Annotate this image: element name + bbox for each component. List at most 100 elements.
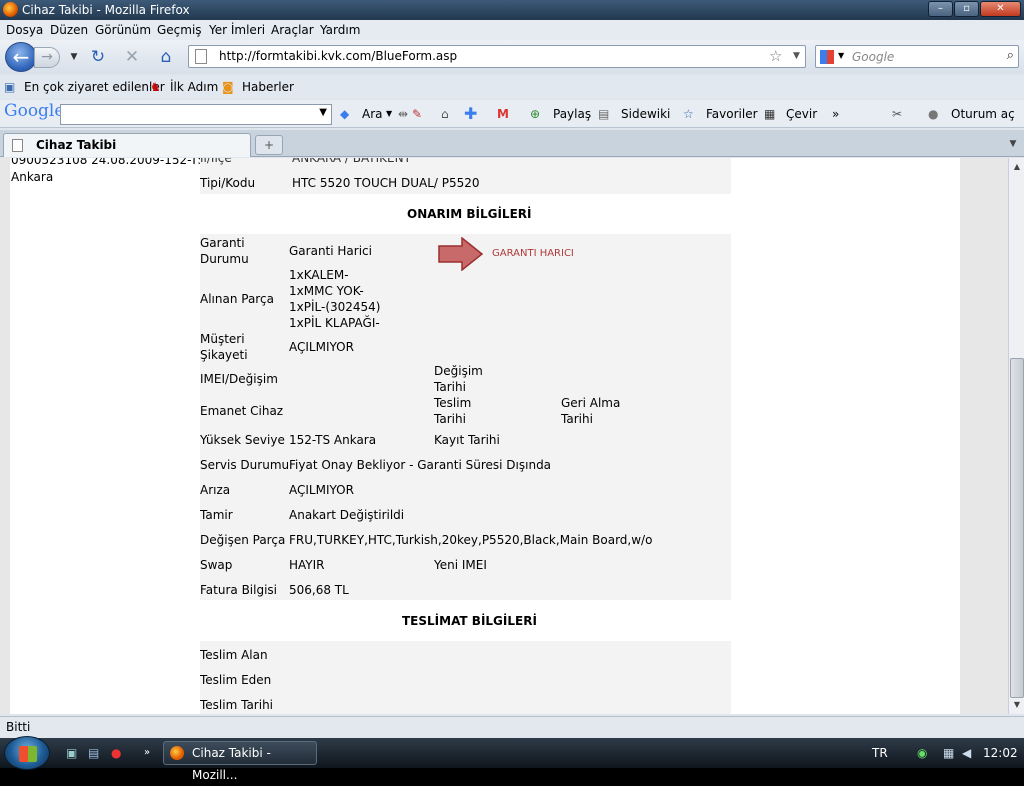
- teslim-tarihi2-label: Teslim Tarihi: [200, 698, 274, 712]
- favorites-button[interactable]: Favoriler: [706, 100, 758, 128]
- alinan-item-4: 1xPİL KLAPAĞI-: [289, 316, 380, 330]
- share-button[interactable]: Paylaş: [553, 100, 591, 128]
- onarim-title: ONARIM BİLGİLERİ: [407, 207, 532, 221]
- bookmark-most-visited[interactable]: En çok ziyaret edilenler: [24, 76, 165, 98]
- home-icon[interactable]: ⌂: [156, 47, 176, 67]
- museum-icon[interactable]: ⌂: [441, 100, 449, 128]
- engine-dropdown-icon[interactable]: ▼: [838, 51, 844, 60]
- google-engine-icon[interactable]: [820, 50, 834, 64]
- wrench-icon[interactable]: ✂: [892, 100, 902, 128]
- form-row-tipi: İl/İlçe ANKARA / BATIKENT Tipi/Kodu HTC …: [200, 158, 731, 194]
- tab-title: Cihaz Takibi: [36, 138, 117, 152]
- bookmark-star-icon[interactable]: ☆: [769, 46, 782, 67]
- tab-cihaz-takibi[interactable]: Cihaz Takibi: [3, 133, 251, 157]
- servis-label: Servis Durumu: [200, 458, 290, 472]
- search-dropdown-icon[interactable]: ▼: [386, 100, 392, 128]
- google-search-button[interactable]: Ara: [362, 100, 383, 128]
- taskbar: ▣ ▤ ● » Cihaz Takibi - Mozill... TR ◉ ▦ …: [0, 736, 1024, 782]
- tipi-value: HTC 5520 TOUCH DUAL/ P5520: [292, 176, 480, 190]
- stop-icon[interactable]: ✕: [122, 47, 142, 67]
- bookmark-tag-icon[interactable]: ✎: [412, 100, 422, 128]
- minimize-button[interactable]: –: [928, 1, 953, 17]
- more-button[interactable]: »: [832, 100, 839, 128]
- menu-yer-imleri[interactable]: Yer İmleri: [209, 20, 265, 40]
- close-button[interactable]: ✕: [980, 1, 1021, 17]
- sidewiki-button[interactable]: Sidewiki: [621, 100, 670, 128]
- search-icon[interactable]: ⌕: [1007, 48, 1014, 63]
- scroll-down-icon[interactable]: ▼: [1010, 698, 1024, 712]
- history-dropdown-icon[interactable]: ▼: [64, 47, 84, 67]
- il-ilce-value: ANKARA / BATIKENT: [292, 158, 411, 165]
- share-icon[interactable]: ⊕: [530, 100, 540, 128]
- window-switcher-icon[interactable]: ▤: [88, 738, 99, 768]
- menu-duzen[interactable]: Düzen: [50, 20, 88, 40]
- plus-icon[interactable]: ✚: [464, 100, 477, 128]
- scroll-thumb[interactable]: [1010, 358, 1024, 698]
- most-visited-icon: ▣: [4, 80, 16, 94]
- yuksek-label: Yüksek Seviye: [200, 433, 285, 447]
- search-box[interactable]: ▼ Google ⌕: [815, 45, 1019, 68]
- browser-window: Cihaz Takibi - Mozilla Firefox – ▫ ✕ Dos…: [0, 0, 1024, 740]
- status-text: Bitti: [6, 720, 31, 734]
- translate-icon[interactable]: ▦: [764, 100, 775, 128]
- sidewiki-icon[interactable]: ▤: [598, 100, 609, 128]
- volume-tray-icon[interactable]: ◀: [962, 738, 971, 768]
- degisen-label: Değişen Parça: [200, 533, 286, 547]
- rss-icon: ◙: [222, 80, 234, 94]
- page-icon: [195, 49, 207, 64]
- taskbar-firefox-icon: [170, 746, 184, 760]
- bookmark-first-steps[interactable]: İlk Adım: [170, 76, 218, 98]
- reload-icon[interactable]: ↻: [88, 47, 108, 67]
- tab-strip: Cihaz Takibi + ▼: [0, 130, 1024, 157]
- forward-button[interactable]: →: [34, 47, 60, 68]
- maximize-button[interactable]: ▫: [954, 1, 979, 17]
- teslimat-block: Teslim Alan Teslim Eden Teslim Tarihi: [200, 641, 731, 714]
- fatura-label: Fatura Bilgisi: [200, 583, 278, 597]
- url-bar[interactable]: http://formtakibi.kvk.com/BlueForm.asp ☆…: [188, 45, 806, 68]
- menu-gorunum[interactable]: Görünüm: [95, 20, 151, 40]
- menu-yardim[interactable]: Yardım: [320, 20, 360, 40]
- search-placeholder: Google: [852, 50, 895, 64]
- show-desktop-icon[interactable]: ▣: [66, 738, 77, 768]
- language-indicator[interactable]: TR: [872, 738, 888, 768]
- sign-in-button[interactable]: Oturum aç: [951, 100, 1015, 128]
- network-tray-icon[interactable]: ▦: [943, 738, 954, 768]
- servis-value: Fiyat Onay Bekliyor - Garanti Süresi Dış…: [289, 458, 552, 472]
- opera-icon[interactable]: ●: [111, 738, 121, 768]
- url-text: http://formtakibi.kvk.com/BlueForm.asp: [219, 49, 458, 63]
- scroll-up-icon[interactable]: ▲: [1010, 160, 1024, 174]
- google-search-input[interactable]: ▼: [60, 104, 332, 125]
- yeni-imei-label: Yeni IMEI: [434, 558, 487, 572]
- bookmarks-bar: ▣ En çok ziyaret edilenler ♞ İlk Adım ◙ …: [0, 76, 1024, 98]
- taskbar-firefox-button[interactable]: Cihaz Takibi - Mozill...: [163, 741, 317, 782]
- degisen-value: FRU,TURKEY,HTC,Turkish,20key,P5520,Black…: [289, 533, 653, 547]
- swap-label: Swap: [200, 558, 233, 572]
- record-line-2: Ankara: [11, 170, 54, 184]
- page-content: 0900523108 24.08.2009-152-TS Ankara İl/İ…: [0, 158, 1008, 714]
- bookmark-news[interactable]: Haberler: [242, 76, 294, 98]
- menu-dosya[interactable]: Dosya: [6, 20, 43, 40]
- messenger-tray-icon[interactable]: ◉: [917, 738, 927, 768]
- garanti-label: Garanti Durumu: [200, 236, 249, 266]
- vertical-scrollbar[interactable]: ▲ ▼: [1008, 158, 1024, 714]
- quicklaunch-more-icon[interactable]: »: [144, 738, 150, 768]
- star-icon[interactable]: ☆: [683, 100, 694, 128]
- translate-button[interactable]: Çevir: [786, 100, 817, 128]
- new-tab-button[interactable]: +: [255, 135, 283, 155]
- emanet-label: Emanet Cihaz: [200, 404, 284, 418]
- record-line-1: 0900523108 24.08.2009-152-TS: [11, 158, 206, 167]
- menu-gecmis[interactable]: Geçmiş: [157, 20, 202, 40]
- menu-araclar[interactable]: Araçlar: [271, 20, 314, 40]
- highlight-icon[interactable]: ⇹: [398, 100, 408, 128]
- tab-list-icon[interactable]: ▼: [1004, 135, 1022, 155]
- onarim-block: Garanti Durumu Garanti Harici GARANTI HA…: [200, 234, 731, 600]
- tamir-label: Tamir: [200, 508, 233, 522]
- back-button[interactable]: ←: [5, 42, 37, 72]
- garanti-value: Garanti Harici: [289, 244, 372, 258]
- gmail-icon[interactable]: M: [497, 100, 509, 128]
- teslim-eden-label: Teslim Eden: [200, 673, 272, 687]
- start-button[interactable]: [4, 736, 50, 770]
- clock[interactable]: 12:02: [983, 738, 1018, 768]
- url-dropdown-icon[interactable]: ▼: [793, 46, 800, 67]
- google-search-dropdown-icon[interactable]: ▼: [319, 107, 327, 118]
